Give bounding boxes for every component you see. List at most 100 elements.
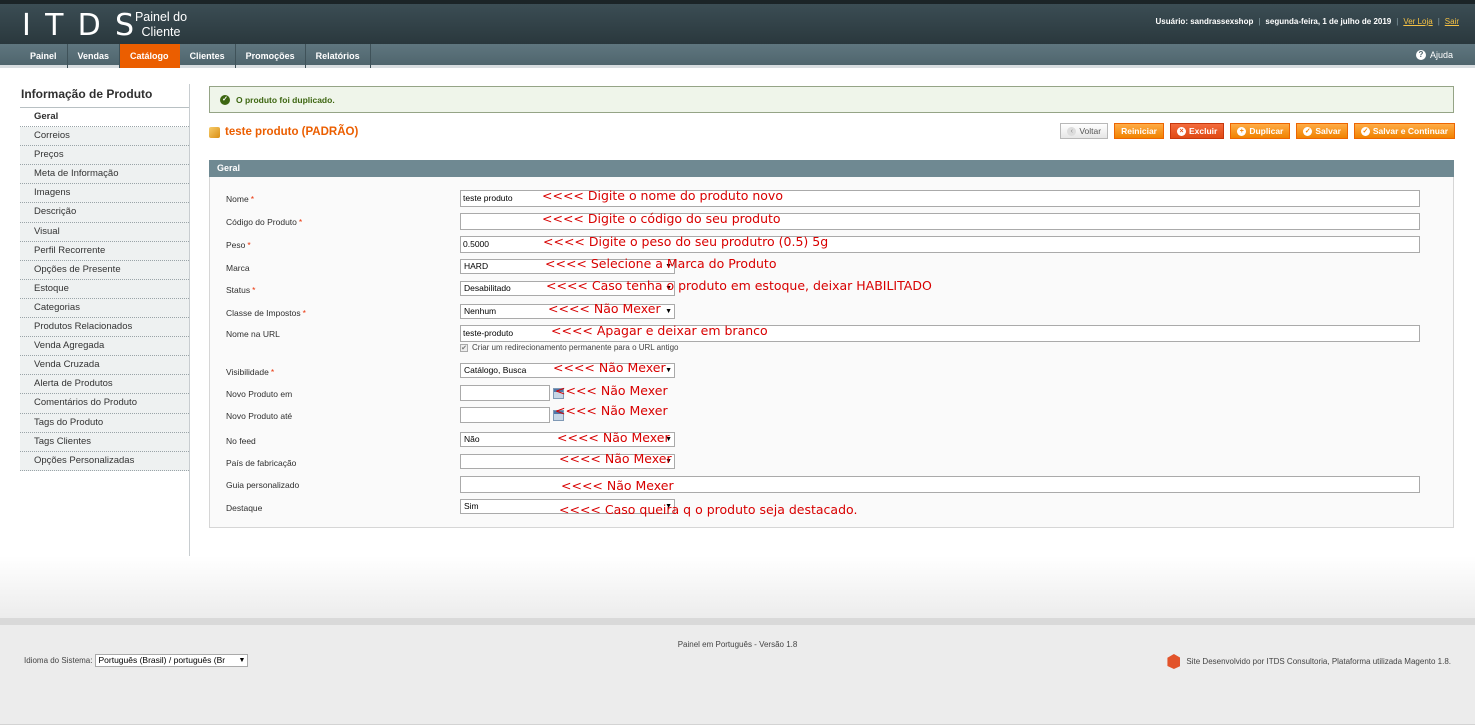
row-featured: Destaque Sim ▼ <<<< Caso queira q o produ… — [210, 499, 1455, 519]
new-to-hint: <<<< Não Mexer — [555, 403, 668, 418]
row-weight: Peso * 0.5000 <<<< Digite o peso do seu p… — [210, 234, 1455, 256]
url-label: Nome na URL — [226, 329, 280, 339]
save-continue-label: Salvar e Continuar — [1372, 126, 1448, 136]
weight-hint: <<<< Digite o peso do seu produtro (0.5)… — [543, 234, 829, 249]
user-info: Usuário: sandrassexshop | segunda-feira, 1… — [1155, 17, 1459, 26]
tab-meta[interactable]: Meta de Informação — [20, 165, 189, 185]
new-from-date-input[interactable] — [460, 385, 550, 401]
row-sku: Código do Produto * <<<< Digite o código … — [210, 211, 1455, 233]
page-title: teste produto (PADRÃO) — [209, 126, 358, 138]
country-hint: <<<< Não Mexer — [559, 451, 672, 466]
redirect-checkbox-row[interactable]: ✔ Criar um redirecionamento permanente p… — [460, 343, 678, 352]
product-info-sidebar: Informação de Produto Geral Correios Pre… — [20, 84, 190, 556]
guide-hint: <<<< Não Mexer — [561, 478, 674, 493]
main-nav: Painel Vendas Catálogo Clientes Promoçõe… — [0, 44, 1475, 68]
status-hint: <<<< Caso tenha o produto em estoque, de… — [546, 278, 932, 293]
guide-label: Guia personalizado — [226, 480, 300, 490]
credit: Site Desenvolvido por ITDS Consultoria, … — [1167, 654, 1451, 669]
logout-link[interactable]: Sair — [1445, 17, 1459, 26]
row-country: País de fabricação ▼ <<<< Não Mexer — [210, 451, 1455, 474]
tax-label: Classe de Impostos * — [226, 308, 306, 318]
tab-visual[interactable]: Visual — [20, 222, 189, 242]
help-link[interactable]: ? Ajuda — [1415, 50, 1453, 60]
url-hint: <<<< Apagar e deixar em branco — [551, 323, 768, 338]
reset-button[interactable]: Reiniciar — [1114, 123, 1164, 139]
tab-venda-cruzada[interactable]: Venda Cruzada — [20, 356, 189, 376]
row-status: Status * Desabilitado ▼ <<<< Caso tenha o … — [210, 278, 1455, 301]
delete-label: Excluir — [1188, 126, 1218, 136]
view-store-link[interactable]: Ver Loja — [1403, 17, 1432, 26]
save-button[interactable]: ✓ Salvar — [1296, 123, 1348, 139]
tab-venda-agregada[interactable]: Venda Agregada — [20, 337, 189, 357]
reset-label: Reiniciar — [1121, 126, 1157, 136]
footer-gradient — [0, 556, 1475, 618]
duplicate-label: Duplicar — [1249, 126, 1284, 136]
nav-item-catalogo[interactable]: Catálogo — [120, 44, 180, 68]
nav-item-promocoes[interactable]: Promoções — [236, 44, 306, 68]
help-icon: ? — [1415, 50, 1426, 60]
brand-label: Marca — [226, 263, 250, 273]
row-brand: Marca HARD ▼ <<<< Selecione a Marca do Pr… — [210, 256, 1455, 279]
tab-categorias[interactable]: Categorias — [20, 298, 189, 319]
back-button[interactable]: ‹ Voltar — [1060, 123, 1109, 139]
checkbox-checked-icon[interactable]: ✔ — [460, 343, 468, 352]
language-switcher: Idioma do Sistema: Português (Brasil) / … — [24, 654, 249, 667]
country-label: País de fabricação — [226, 458, 297, 468]
tab-alerta-produtos[interactable]: Alerta de Produtos — [20, 375, 189, 395]
success-text: O produto foi duplicado. — [236, 94, 335, 105]
delete-button[interactable]: × Excluir — [1169, 123, 1225, 139]
plus-icon: + — [1237, 126, 1247, 136]
logo-subtitle: Painel do Cliente — [134, 10, 188, 39]
dropdown-caret-icon: ▼ — [665, 308, 672, 315]
dropdown-caret-icon: ▼ — [665, 367, 672, 374]
tab-opcoes-presente[interactable]: Opções de Presente — [20, 260, 189, 280]
new-from-label: Novo Produto em — [226, 389, 293, 399]
featured-hint: <<<< Caso queira q o produto seja destac… — [559, 502, 858, 517]
tab-estoque[interactable]: Estoque — [20, 279, 189, 299]
tab-geral[interactable]: Geral — [20, 108, 189, 128]
featured-label: Destaque — [226, 503, 263, 513]
tab-perfil-recorrente[interactable]: Perfil Recorrente — [20, 241, 189, 261]
visibility-label: Visibilidade * — [226, 367, 275, 377]
duplicate-button[interactable]: + Duplicar — [1230, 123, 1291, 139]
row-new-from: Novo Produto em <<<< Não Mexer — [210, 383, 1455, 405]
sku-hint: <<<< Digite o código do seu produto — [542, 211, 781, 226]
tab-produtos-relacionados[interactable]: Produtos Relacionados — [20, 318, 189, 338]
nav-item-clientes[interactable]: Clientes — [180, 44, 236, 68]
logo[interactable]: I T D S — [22, 7, 134, 43]
current-date: segunda-feira, 1 de julho de 2019 — [1265, 17, 1392, 26]
language-label: Idioma do Sistema: — [24, 656, 93, 665]
new-to-date-input[interactable] — [460, 407, 550, 423]
row-guide: Guia personalizado <<<< Não Mexer — [210, 476, 1455, 496]
tab-imagens[interactable]: Imagens — [20, 184, 189, 204]
new-from-hint: <<<< Não Mexer — [555, 383, 668, 398]
nav-item-relatorios[interactable]: Relatórios — [306, 44, 371, 68]
logo-letter: I — [22, 7, 31, 43]
nav-item-painel[interactable]: Painel — [20, 44, 68, 68]
tab-descricao[interactable]: Descrição — [20, 203, 189, 223]
weight-label: Peso * — [226, 240, 251, 250]
tab-comentarios[interactable]: Comentários do Produto — [20, 394, 189, 414]
language-select[interactable]: Português (Brasil) / português (Br ▼ — [95, 654, 249, 667]
top-header: I T D S Painel do Cliente Usuário: sandr… — [0, 0, 1475, 44]
tab-tags-produto[interactable]: Tags do Produto — [20, 413, 189, 433]
delete-x-icon: × — [1176, 126, 1186, 136]
visibility-hint: <<<< Não Mexer — [553, 360, 666, 375]
check-icon: ✓ — [1303, 126, 1313, 136]
row-name: Nome * teste produto <<<< Digite o nome d… — [210, 188, 1455, 210]
row-new-to: Novo Produto até <<<< Não Mexer — [210, 403, 1455, 427]
tab-precos[interactable]: Preços — [20, 146, 189, 166]
brand-hint: <<<< Selecione a Marca do Produto — [545, 256, 777, 271]
tab-correios[interactable]: Correios — [20, 127, 189, 147]
dropdown-caret-icon: ▼ — [238, 657, 246, 664]
nav-item-vendas[interactable]: Vendas — [68, 44, 121, 68]
row-feed: No feed Não ▼ <<<< Não Mexer — [210, 430, 1455, 452]
help-label: Ajuda — [1429, 50, 1453, 60]
save-label: Salvar — [1315, 126, 1341, 136]
save-continue-button[interactable]: ✓ Salvar e Continuar — [1353, 123, 1455, 139]
tab-tags-clientes[interactable]: Tags Clientes — [20, 432, 189, 452]
feed-label: No feed — [226, 436, 256, 446]
status-label: Status * — [226, 285, 256, 295]
credit-text: Site Desenvolvido por ITDS Consultoria, … — [1186, 657, 1451, 666]
tab-opcoes-personalizadas[interactable]: Opções Personalizadas — [20, 451, 189, 471]
